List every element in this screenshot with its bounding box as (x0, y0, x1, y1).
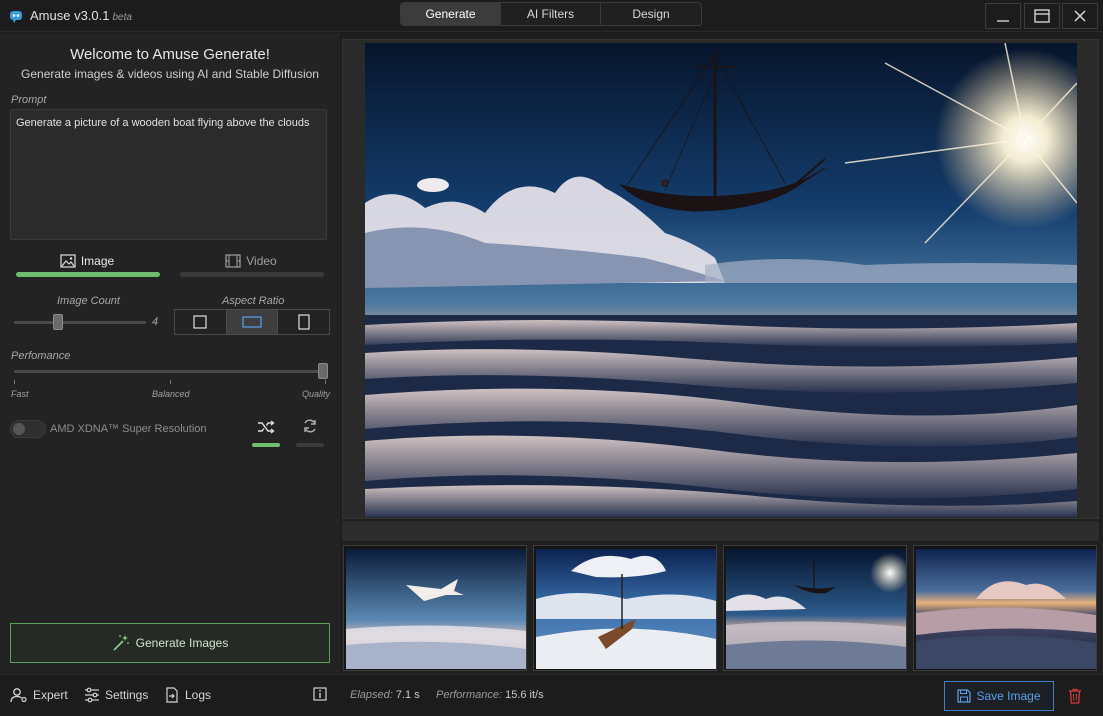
title-bar: Amuse v3.0.1 beta Generate AI Filters Des… (0, 0, 1103, 32)
prompt-input[interactable]: Generate a picture of a wooden boat flyi… (10, 109, 327, 240)
generate-images-label: Generate Images (135, 636, 229, 650)
repeat-seed-indicator (296, 443, 324, 447)
thumbnail-image-sun (726, 549, 906, 669)
aspect-square-button[interactable] (175, 310, 227, 334)
tick-label-balanced: Balanced (152, 389, 190, 399)
main-generated-image[interactable] (365, 43, 1077, 517)
main-preview-frame (342, 39, 1099, 519)
elapsed-label: Elapsed: (350, 689, 393, 701)
portrait-icon (298, 314, 310, 330)
image-mode-indicator (16, 272, 160, 277)
minimize-icon (997, 20, 1009, 22)
beta-badge: beta (112, 12, 132, 23)
maximize-button[interactable] (1024, 3, 1060, 29)
image-mode-label: Image (80, 254, 115, 268)
video-mode-indicator (180, 272, 324, 277)
image-count-thumb[interactable] (53, 314, 63, 330)
tab-ai-filters[interactable]: AI Filters (501, 3, 601, 25)
aspect-landscape-button[interactable] (226, 310, 279, 334)
thumbnail-strip (342, 542, 1103, 673)
image-count-label: Image Count (57, 295, 120, 307)
save-icon (957, 689, 972, 703)
toggle-knob (13, 423, 25, 435)
film-icon (225, 254, 241, 268)
thumbnail-item[interactable] (343, 545, 527, 671)
shuffle-icon (258, 420, 275, 434)
logs-label: Logs (185, 688, 212, 702)
settings-button[interactable]: Settings (84, 687, 148, 703)
save-image-button[interactable]: Save Image (944, 681, 1054, 711)
minimize-button[interactable] (985, 3, 1021, 29)
expert-label: Expert (33, 688, 68, 702)
preview-divider (342, 521, 1099, 541)
expert-icon (10, 688, 27, 703)
performance-stat-value: 15.6 it/s (505, 689, 544, 701)
bottom-bar: Expert Settings Logs Elapsed: 7.1 s Perf… (0, 674, 1103, 716)
random-seed-indicator (252, 443, 280, 447)
refresh-icon (304, 419, 316, 433)
image-count-value: 4 (152, 316, 159, 328)
image-icon (60, 254, 76, 268)
aspect-ratio-group (174, 309, 330, 335)
save-image-label: Save Image (976, 689, 1041, 703)
performance-tick (170, 380, 171, 384)
tick-label-fast: Fast (11, 389, 29, 399)
elapsed-value: 7.1 s (395, 689, 420, 701)
info-button[interactable] (313, 687, 327, 701)
random-seed-button[interactable] (251, 414, 281, 440)
performance-tick (14, 380, 15, 384)
delete-image-button[interactable] (1060, 681, 1090, 711)
performance-stat-label: Performance: (436, 689, 503, 701)
video-mode-label: Video (246, 254, 277, 268)
amuse-logo-icon (10, 11, 22, 23)
super-resolution-label: AMD XDNA™ Super Resolution (50, 423, 207, 435)
thumbnail-item[interactable] (913, 545, 1097, 671)
magic-wand-icon (113, 635, 129, 651)
welcome-title: Welcome to Amuse Generate! (70, 46, 270, 63)
close-icon (1074, 10, 1086, 22)
thumbnail-item[interactable] (533, 545, 717, 671)
square-icon (193, 315, 207, 329)
thumbnail-image-boat (536, 549, 716, 669)
image-mode-button[interactable]: Image (14, 249, 160, 273)
close-button[interactable] (1062, 3, 1098, 29)
performance-stat: Performance: 15.6 it/s (436, 689, 544, 701)
tab-design[interactable]: Design (601, 3, 701, 25)
aspect-ratio-label: Aspect Ratio (222, 295, 285, 307)
performance-tick (325, 380, 326, 384)
performance-label: Perfomance (11, 350, 71, 362)
aspect-portrait-button[interactable] (278, 310, 330, 334)
repeat-seed-button[interactable] (295, 413, 325, 439)
generate-images-button[interactable]: Generate Images (10, 623, 330, 663)
thumbnail-image-clouds (916, 549, 1096, 669)
logs-button[interactable]: Logs (164, 687, 211, 703)
app-name: Amuse v3.0.1 (30, 8, 110, 23)
main-tabs: Generate AI Filters Design (400, 2, 702, 26)
flying-boat-image (365, 43, 1077, 517)
left-panel: Welcome to Amuse Generate! Generate imag… (0, 33, 340, 673)
performance-track[interactable] (14, 370, 328, 373)
trash-icon (1069, 688, 1081, 704)
app-title: Amuse v3.0.1 beta (30, 8, 132, 23)
settings-label: Settings (105, 688, 149, 702)
thumbnail-item[interactable] (723, 545, 907, 671)
logs-icon (166, 687, 178, 703)
elapsed-stat: Elapsed: 7.1 s (350, 689, 420, 701)
expert-button[interactable]: Expert (10, 687, 68, 703)
sliders-icon (85, 687, 99, 703)
prompt-label: Prompt (11, 94, 47, 106)
video-mode-button[interactable]: Video (178, 249, 324, 273)
info-icon (313, 687, 327, 701)
landscape-icon (242, 316, 262, 328)
performance-thumb[interactable] (318, 363, 328, 379)
image-count-track[interactable] (14, 321, 146, 324)
tab-generate[interactable]: Generate (401, 3, 501, 25)
super-resolution-toggle[interactable] (10, 420, 46, 438)
welcome-subtitle: Generate images & videos using AI and St… (21, 67, 319, 81)
maximize-icon (1034, 9, 1050, 23)
thumbnail-image-plane (346, 549, 526, 669)
tick-label-quality: Quality (302, 389, 331, 399)
